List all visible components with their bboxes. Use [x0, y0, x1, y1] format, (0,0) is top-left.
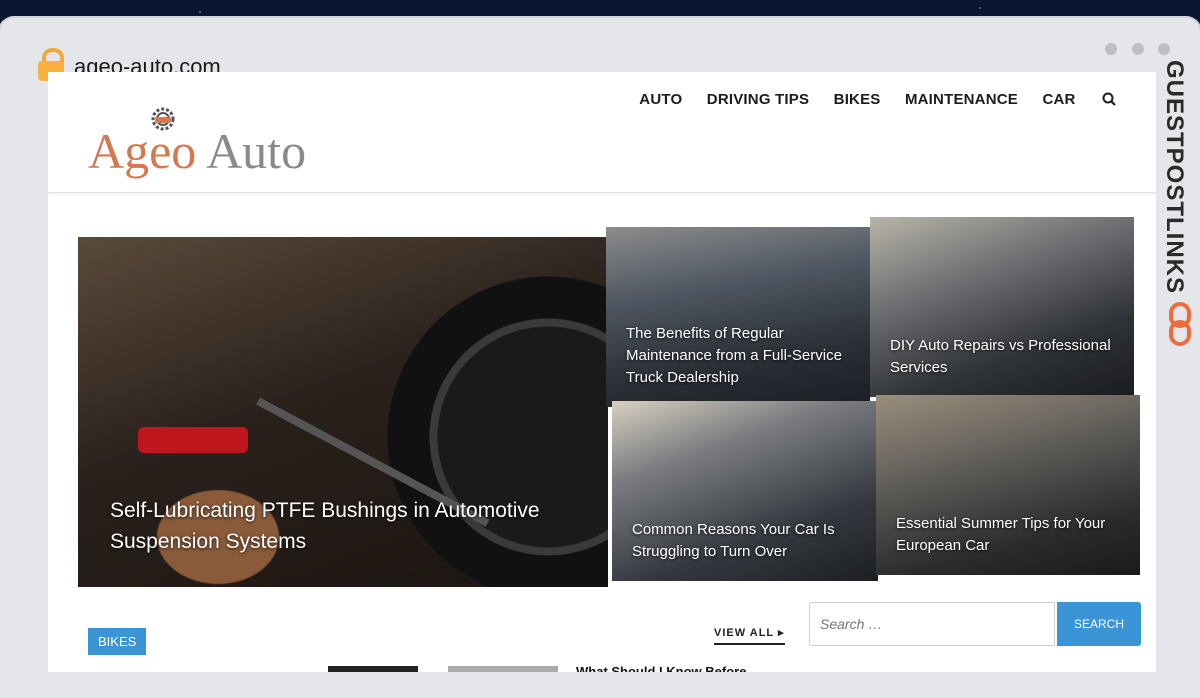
featured-post-main[interactable]: Self-Lubricating PTFE Bushings in Automo… — [78, 237, 608, 587]
nav-item-auto[interactable]: AUTO — [639, 91, 682, 108]
nav-item-car[interactable]: CAR — [1042, 91, 1075, 108]
search-icon[interactable] — [1102, 92, 1116, 106]
nav-item-maintenance[interactable]: MAINTENANCE — [905, 91, 1018, 108]
view-all-link[interactable]: VIEW ALL ▸ — [714, 626, 785, 645]
featured-post-title[interactable]: Common Reasons Your Car Is Struggling to… — [632, 519, 858, 563]
logo-text-auto: Auto — [206, 123, 307, 179]
featured-post[interactable]: The Benefits of Regular Maintenance from… — [606, 227, 870, 407]
featured-grid: Self-Lubricating PTFE Bushings in Automo… — [78, 217, 1140, 587]
featured-post[interactable]: Common Reasons Your Car Is Struggling to… — [612, 401, 878, 581]
featured-post-title[interactable]: The Benefits of Regular Maintenance from… — [626, 323, 850, 389]
guestpostlinks-watermark: GUESTPOSTLINKS — [1160, 60, 1200, 360]
view-all-label: VIEW ALL — [714, 627, 774, 639]
decorative-shape — [138, 427, 248, 453]
featured-post-title[interactable]: Self-Lubricating PTFE Bushings in Automo… — [110, 495, 588, 557]
window-dot-icon[interactable] — [1105, 43, 1118, 55]
nav-item-driving-tips[interactable]: DRIVING TIPS — [707, 91, 809, 108]
bikes-section: BIKES VIEW ALL ▸ SEARCH What Should I Kn… — [88, 602, 1148, 672]
nav-item-bikes[interactable]: BIKES — [834, 91, 881, 108]
search-input[interactable] — [809, 602, 1055, 646]
featured-post-title[interactable]: Essential Summer Tips for Your European … — [896, 513, 1120, 557]
section-badge[interactable]: BIKES — [88, 628, 147, 655]
logo-text-ageo: Ageo — [88, 123, 197, 179]
post-thumbnail[interactable] — [448, 666, 558, 672]
window-dot-icon[interactable] — [1131, 43, 1144, 55]
window-controls — [1095, 42, 1170, 60]
post-teaser-title[interactable]: What Should I Know Before — [576, 664, 746, 672]
main-nav: AUTO DRIVING TIPS BIKES MAINTENANCE CAR — [619, 90, 1116, 109]
window-dot-icon[interactable] — [1158, 43, 1170, 55]
watermark-text: GUESTPOSTLINKS — [1161, 60, 1188, 295]
site-logo[interactable]: Ageo Auto — [88, 100, 328, 180]
featured-post[interactable]: DIY Auto Repairs vs Professional Service… — [870, 217, 1134, 397]
arrow-right-icon: ▸ — [778, 627, 785, 639]
site-header: Ageo Auto AUTO DRIVING TIPS BIKES MAINTE… — [48, 72, 1156, 193]
featured-post[interactable]: Essential Summer Tips for Your European … — [876, 395, 1140, 575]
post-thumbnail[interactable] — [328, 666, 418, 672]
featured-post-title[interactable]: DIY Auto Repairs vs Professional Service… — [890, 335, 1114, 379]
link-chain-icon — [1169, 302, 1191, 346]
web-page: Ageo Auto AUTO DRIVING TIPS BIKES MAINTE… — [48, 72, 1156, 672]
search-button[interactable]: SEARCH — [1057, 602, 1141, 646]
